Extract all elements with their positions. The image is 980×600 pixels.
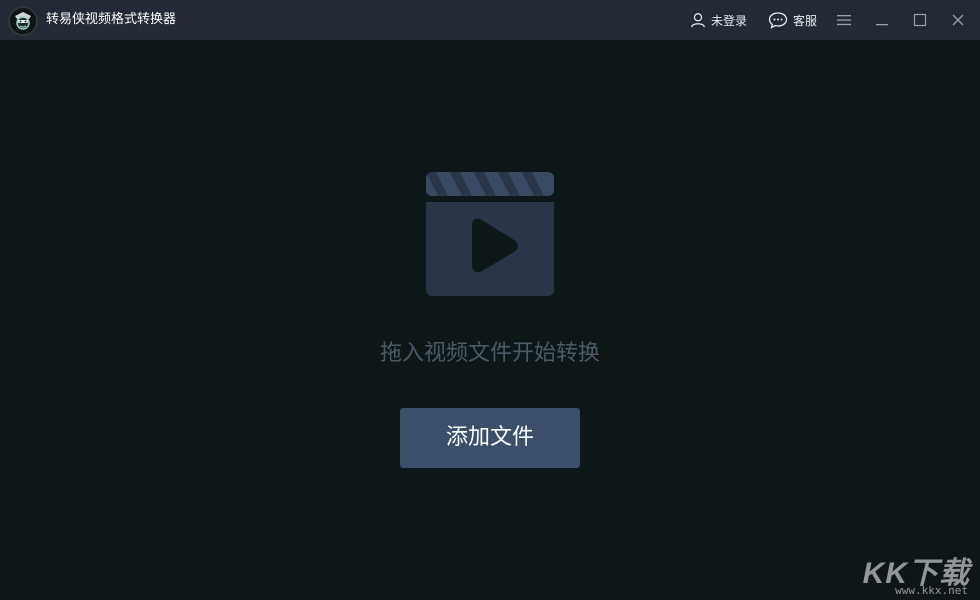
app-logo-icon (8, 6, 38, 36)
close-button[interactable] (950, 0, 966, 40)
add-file-button[interactable]: 添加文件 (400, 408, 580, 468)
close-icon (950, 0, 966, 40)
video-clapperboard-icon (426, 172, 554, 296)
watermark: KK下载 www.kkx.net (854, 548, 974, 598)
maximize-icon (912, 0, 928, 40)
maximize-button[interactable] (912, 0, 928, 40)
minimize-icon (874, 0, 890, 40)
hamburger-menu-icon (836, 0, 852, 40)
watermark-url-text: www.kkx.net (895, 584, 968, 597)
user-icon (690, 0, 706, 40)
login-button[interactable]: 未登录 (690, 0, 747, 40)
menu-button[interactable] (836, 0, 852, 40)
customer-service-button[interactable]: 客服 (768, 0, 817, 40)
app-title: 转易侠视频格式转换器 (46, 12, 177, 27)
chat-bubble-icon (768, 0, 788, 40)
title-bar: 转易侠视频格式转换器 未登录 客服 (0, 0, 980, 40)
minimize-button[interactable] (874, 0, 890, 40)
service-label: 客服 (793, 13, 818, 28)
drop-hint-text: 拖入视频文件开始转换 (379, 341, 600, 366)
login-label: 未登录 (711, 13, 748, 28)
